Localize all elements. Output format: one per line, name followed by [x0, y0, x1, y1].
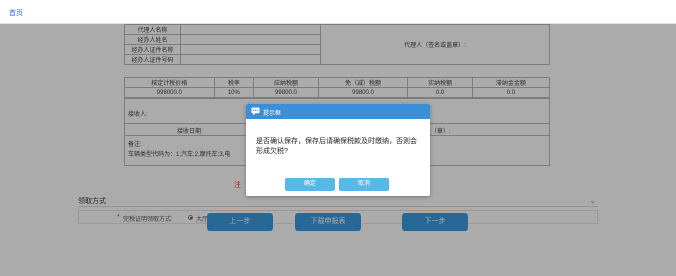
confirm-button[interactable]: 确定 [285, 178, 335, 191]
dialog-header: 提示框 [246, 104, 430, 119]
dialog-title: 提示框 [263, 111, 282, 117]
dialog-message: 是否确认保存，保存后请确保税款及时缴纳，否则会形成欠税? [256, 138, 417, 155]
cancel-button[interactable]: 取消 [339, 178, 389, 191]
nav-home-link[interactable]: 首页 [9, 8, 23, 18]
confirm-dialog: 提示框 是否确认保存，保存后请确保税款及时缴纳，否则会形成欠税? 确定 取消 [246, 104, 430, 196]
top-bar: 首页 [0, 0, 676, 24]
chat-bubble-icon [251, 107, 260, 116]
